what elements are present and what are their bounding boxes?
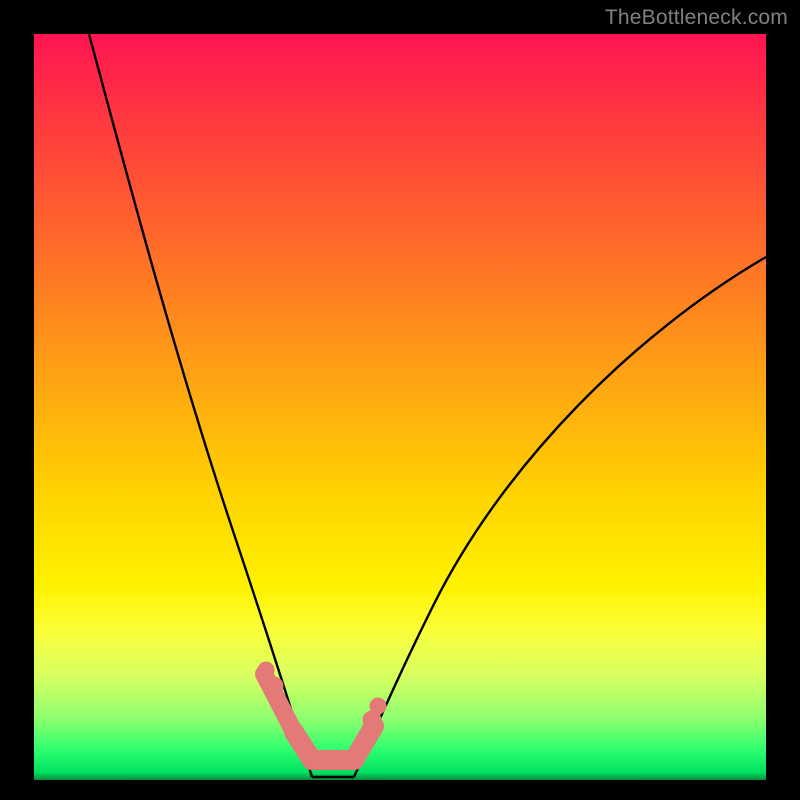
plot-area (34, 34, 766, 780)
watermark-text: TheBottleneck.com (605, 6, 788, 30)
valley-markers (258, 662, 386, 760)
chart-svg (34, 34, 766, 780)
chart-frame: TheBottleneck.com (0, 0, 800, 800)
curve-right (354, 257, 766, 777)
curve-left (89, 34, 312, 777)
